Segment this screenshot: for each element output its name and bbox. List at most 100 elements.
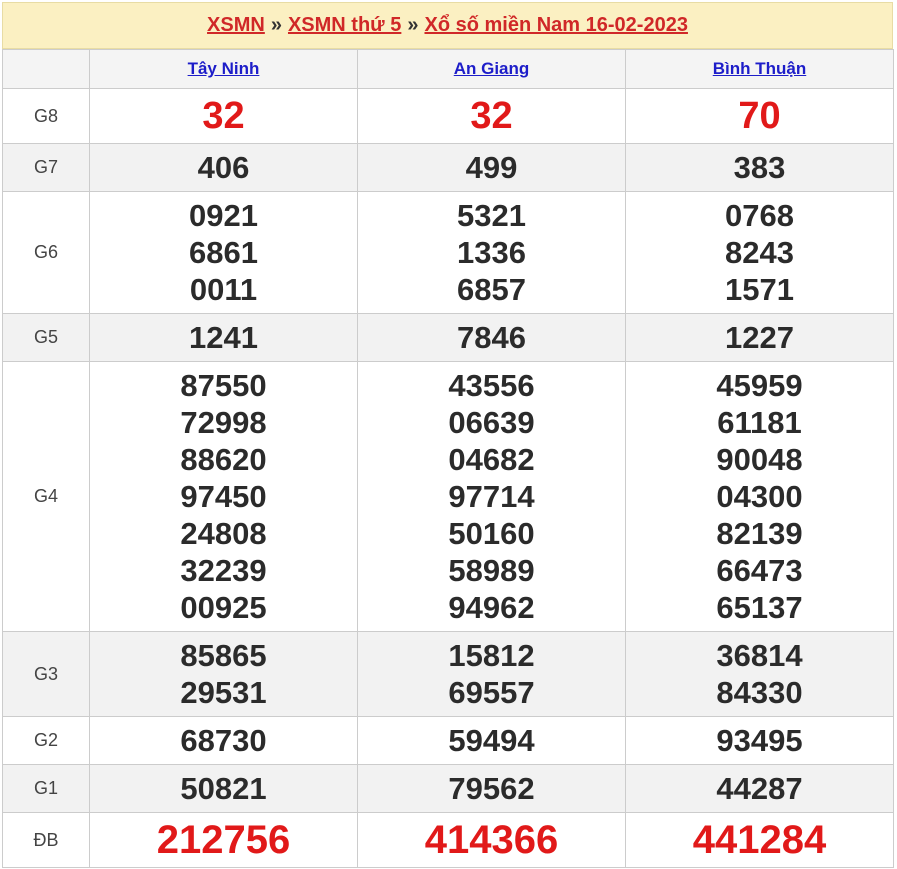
prize-number: 0768 <box>725 198 794 233</box>
prize-cell: 45959 61181 90048 04300 82139 66473 65137 <box>625 361 894 632</box>
corner-cell <box>2 49 90 89</box>
prize-cell: 414366 <box>357 812 626 868</box>
prize-cell: 50821 <box>89 764 358 813</box>
prize-number: 24808 <box>180 516 267 551</box>
prize-cell: 70 <box>625 88 894 144</box>
prize-label: G6 <box>2 191 90 314</box>
prize-number: 5321 <box>457 198 526 233</box>
prize-number: 29531 <box>180 675 267 710</box>
prize-number: 61181 <box>717 405 802 440</box>
prize-number: 79562 <box>448 771 535 806</box>
prize-number: 04682 <box>448 442 535 477</box>
prize-cell: 7846 <box>357 313 626 362</box>
prize-number: 406 <box>197 150 250 185</box>
prize-number: 69557 <box>448 675 535 710</box>
prize-number: 72998 <box>180 405 267 440</box>
prize-row-g5: G5 1241 7846 1227 <box>2 313 894 362</box>
prize-number: 85865 <box>180 638 267 673</box>
prize-cell: 43556 06639 04682 97714 50160 58989 94962 <box>357 361 626 632</box>
prize-number: 499 <box>465 150 518 185</box>
prize-cell: 93495 <box>625 716 894 765</box>
prize-cell: 0768 8243 1571 <box>625 191 894 314</box>
prize-number: 414366 <box>424 817 559 862</box>
prize-cell: 406 <box>89 143 358 192</box>
results-panel: XSMN » XSMN thứ 5 » Xổ số miền Nam 16-02… <box>2 2 894 868</box>
prize-cell: 383 <box>625 143 894 192</box>
province-header: An Giang <box>357 49 626 89</box>
prize-number: 441284 <box>692 817 827 862</box>
breadcrumb-link-weekday[interactable]: XSMN thứ 5 <box>288 14 401 37</box>
prize-number: 50160 <box>448 516 535 551</box>
prize-cell: 32 <box>357 88 626 144</box>
prize-cell: 441284 <box>625 812 894 868</box>
prize-row-g3: G3 85865 29531 15812 69557 36814 84330 <box>2 631 894 717</box>
prize-cell: 44287 <box>625 764 894 813</box>
prize-cell: 499 <box>357 143 626 192</box>
prize-number: 04300 <box>716 479 803 514</box>
prize-row-đb: ĐB 212756 414366 441284 <box>2 812 894 868</box>
prize-number: 94962 <box>448 590 535 625</box>
breadcrumb-separator: » <box>270 14 282 36</box>
breadcrumb-link-xsmn[interactable]: XSMN <box>207 14 265 37</box>
province-header: Tây Ninh <box>89 49 358 89</box>
prize-number: 87550 <box>180 368 267 403</box>
prize-cell: 5321 1336 6857 <box>357 191 626 314</box>
prize-number: 97450 <box>180 479 267 514</box>
prize-cell: 79562 <box>357 764 626 813</box>
prize-number: 90048 <box>716 442 803 477</box>
prize-row-g1: G1 50821 79562 44287 <box>2 764 894 813</box>
prize-number: 1571 <box>725 272 794 307</box>
province-link[interactable]: Bình Thuận <box>713 59 806 78</box>
province-header-row: Tây Ninh An Giang Bình Thuận <box>2 49 894 89</box>
prize-number: 43556 <box>448 368 535 403</box>
prize-number: 36814 <box>716 638 803 673</box>
prize-cell: 85865 29531 <box>89 631 358 717</box>
prize-cell: 87550 72998 88620 97450 24808 32239 00925 <box>89 361 358 632</box>
prize-number: 84330 <box>716 675 803 710</box>
prize-number: 93495 <box>716 723 803 758</box>
prize-number: 0921 <box>189 198 258 233</box>
prize-label: G2 <box>2 716 90 765</box>
prize-number: 65137 <box>716 590 803 625</box>
prize-label: G1 <box>2 764 90 813</box>
prize-cell: 36814 84330 <box>625 631 894 717</box>
prize-number: 70 <box>738 94 781 137</box>
prize-number: 06639 <box>448 405 535 440</box>
breadcrumb: XSMN » XSMN thứ 5 » Xổ số miền Nam 16-02… <box>2 2 893 49</box>
prize-number: 15812 <box>448 638 535 673</box>
prize-row-g2: G2 68730 59494 93495 <box>2 716 894 765</box>
prize-label: G7 <box>2 143 90 192</box>
prize-cell: 0921 6861 0011 <box>89 191 358 314</box>
prize-label: G5 <box>2 313 90 362</box>
prize-row-g6: G6 0921 6861 0011 5321 1336 6857 0768 8243 1571 <box>2 191 894 314</box>
province-header: Bình Thuận <box>625 49 894 89</box>
prize-number: 00925 <box>180 590 267 625</box>
prize-cell: 212756 <box>89 812 358 868</box>
prize-label: G8 <box>2 88 90 144</box>
prize-number: 44287 <box>716 771 803 806</box>
prize-number: 68730 <box>180 723 267 758</box>
prize-row-g7: G7 406 499 383 <box>2 143 894 192</box>
prize-number: 59494 <box>448 723 535 758</box>
prize-number: 32 <box>202 94 245 137</box>
prize-number: 0011 <box>189 272 258 307</box>
breadcrumb-separator: » <box>407 14 419 36</box>
province-link[interactable]: An Giang <box>454 59 530 78</box>
province-link[interactable]: Tây Ninh <box>188 59 260 78</box>
prize-number: 6857 <box>457 272 526 307</box>
prize-label: ĐB <box>2 812 90 868</box>
prize-number: 97714 <box>448 479 535 514</box>
prize-number: 88620 <box>180 442 267 477</box>
results-table: Tây Ninh An Giang Bình Thuận G8 32 32 70 G7 4… <box>2 49 894 868</box>
prize-number: 1227 <box>725 320 794 355</box>
prize-row-g8: G8 32 32 70 <box>2 88 894 144</box>
prize-cell: 15812 69557 <box>357 631 626 717</box>
breadcrumb-link-date[interactable]: Xổ số miền Nam 16-02-2023 <box>424 14 687 37</box>
prize-label: G4 <box>2 361 90 632</box>
prize-number: 50821 <box>180 771 267 806</box>
prize-number: 66473 <box>716 553 803 588</box>
prize-cell: 32 <box>89 88 358 144</box>
prize-number: 82139 <box>716 516 803 551</box>
prize-label: G3 <box>2 631 90 717</box>
prize-cell: 1227 <box>625 313 894 362</box>
